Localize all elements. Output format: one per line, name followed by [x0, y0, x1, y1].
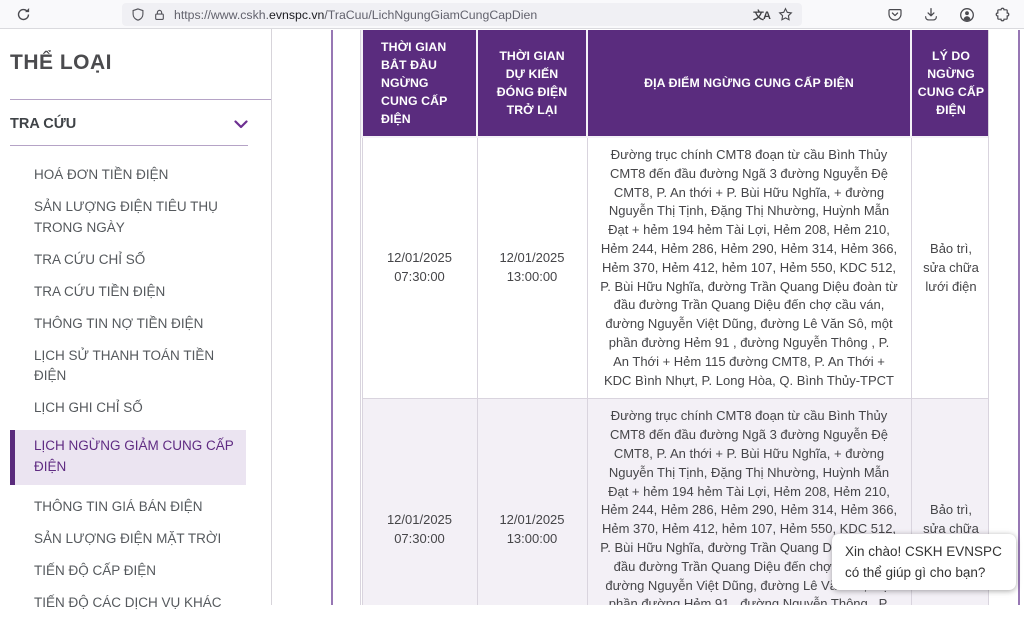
bookmark-star-icon[interactable]	[778, 7, 793, 22]
sidebar-section-tra-cuu[interactable]: TRA CỨU	[10, 116, 248, 132]
sidebar-item-lich-su-thanh-toan[interactable]: LỊCH SỬ THANH TOÁN TIỀN ĐIỆN	[34, 346, 246, 387]
content-panel-left-rule	[331, 30, 333, 605]
lock-icon[interactable]	[153, 8, 166, 22]
download-icon[interactable]	[923, 7, 939, 22]
sidebar-item-lich-ngung-giam-cung-cap-dien[interactable]: LỊCH NGỪNG GIẢM CUNG CẤP ĐIỆN	[10, 430, 246, 485]
shield-icon[interactable]	[131, 7, 145, 22]
sidebar-item-lich-ghi-chi-so[interactable]: LỊCH GHI CHỈ SỐ	[34, 398, 246, 419]
outage-schedule-table: THỜI GIAN BẮT ĐẦU NGỪNG CUNG CẤP ĐIỆN TH…	[360, 30, 989, 605]
cell-start-time: 12/01/2025 07:30:00	[361, 398, 478, 605]
sidebar-item-tra-cuu-chi-so[interactable]: TRA CỨU CHỈ SỐ	[34, 250, 246, 271]
sidebar-item-san-luong-dien-tieu-thu[interactable]: SẢN LƯỢNG ĐIỆN TIÊU THỤ TRONG NGÀY	[34, 197, 246, 238]
reload-button[interactable]	[12, 3, 35, 26]
sidebar-item-tra-cuu-tien-dien[interactable]: TRA CỨU TIỀN ĐIỆN	[34, 282, 246, 303]
cell-end-time: 12/01/2025 13:00:00	[476, 136, 588, 400]
header-end-time: THỜI GIAN DỰ KIẾN ĐÓNG ĐIỆN TRỞ LẠI	[476, 30, 588, 138]
url-text: https://www.cskh.evnspc.vn/TraCuu/LichNg…	[174, 7, 538, 22]
category-sidebar: THỂ LOẠI TRA CỨU HOÁ ĐƠN TIỀN ĐIỆN SẢN L…	[0, 29, 272, 610]
sidebar-section-label: TRA CỨU	[10, 116, 77, 132]
table-header-row: THỜI GIAN BẮT ĐẦU NGỪNG CUNG CẤP ĐIỆN TH…	[361, 30, 988, 138]
sidebar-menu: HOÁ ĐƠN TIỀN ĐIỆN SẢN LƯỢNG ĐIỆN TIÊU TH…	[0, 165, 272, 625]
chevron-down-icon	[234, 119, 248, 129]
cell-end-time: 12/01/2025 13:00:00	[476, 398, 588, 605]
sidebar-title: THỂ LOẠI	[10, 51, 112, 74]
translate-icon[interactable]: 文A	[753, 7, 771, 23]
cell-reason: Bảo trì, sửa chữa lưới điện	[910, 136, 988, 400]
extensions-icon[interactable]	[995, 7, 1010, 22]
url-bar[interactable]: https://www.cskh.evnspc.vn/TraCuu/LichNg…	[122, 3, 802, 26]
sidebar-item-tien-do-cap-dien[interactable]: TIẾN ĐỘ CẤP ĐIỆN	[34, 561, 246, 582]
header-location: ĐỊA ĐIỂM NGỪNG CUNG CẤP ĐIỆN	[586, 30, 912, 138]
table-row: 12/01/2025 07:30:00 12/01/2025 13:00:00 …	[361, 136, 988, 400]
page-content: THỂ LOẠI TRA CỨU HOÁ ĐƠN TIỀN ĐIỆN SẢN L…	[0, 29, 1024, 610]
sidebar-item-hoa-don-tien-dien[interactable]: HOÁ ĐƠN TIỀN ĐIỆN	[34, 165, 246, 186]
divider	[10, 145, 248, 146]
account-icon[interactable]	[959, 7, 975, 23]
reload-icon	[16, 7, 31, 22]
cell-start-time: 12/01/2025 07:30:00	[361, 136, 478, 400]
pocket-icon[interactable]	[887, 7, 903, 22]
sidebar-item-tien-do-cac-dich-vu-khac[interactable]: TIẾN ĐỘ CÁC DỊCH VỤ KHÁC	[34, 593, 246, 614]
browser-toolbar: https://www.cskh.evnspc.vn/TraCuu/LichNg…	[0, 0, 1024, 29]
cell-location: Đường trục chính CMT8 đoạn từ cầu Bình T…	[586, 136, 912, 400]
sidebar-item-thong-tin-no-tien-dien[interactable]: THÔNG TIN NỢ TIỀN ĐIỆN	[34, 314, 246, 335]
chat-greeting-bubble[interactable]: Xin chào! CSKH EVNSPC có thể giúp gì cho…	[832, 534, 1016, 590]
header-start-time: THỜI GIAN BẮT ĐẦU NGỪNG CUNG CẤP ĐIỆN	[361, 30, 478, 138]
sidebar-item-thong-tin-gia-ban-dien[interactable]: THÔNG TIN GIÁ BÁN ĐIỆN	[34, 497, 246, 518]
toolbar-right-icons	[887, 3, 1010, 26]
sidebar-item-san-luong-dien-mat-troi[interactable]: SẢN LƯỢNG ĐIỆN MẶT TRỜI	[34, 529, 246, 550]
divider	[10, 99, 271, 100]
header-reason: LÝ DO NGỪNG CUNG CẤP ĐIỆN	[910, 30, 988, 138]
content-panel-right-rule	[1018, 30, 1020, 605]
